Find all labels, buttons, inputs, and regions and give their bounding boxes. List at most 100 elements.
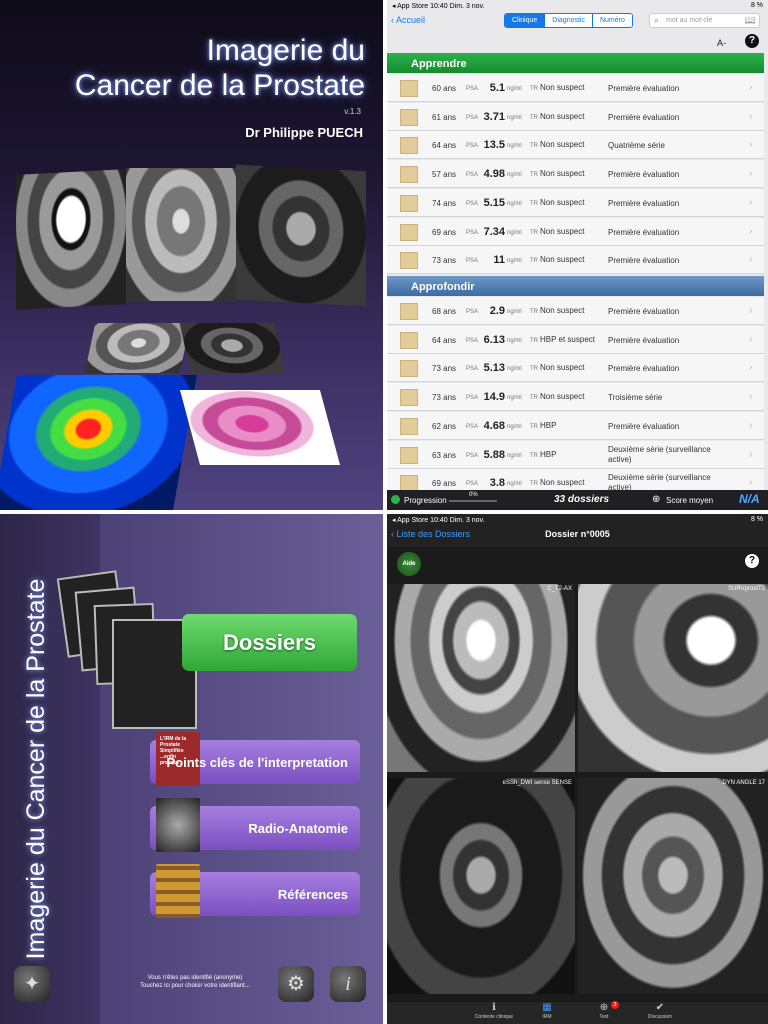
chevron-right-icon: › xyxy=(749,139,753,151)
font-size-button[interactable]: A- xyxy=(717,38,726,48)
psa-unit: ng/ml xyxy=(507,229,522,236)
psa-unit: ng/ml xyxy=(507,172,522,179)
tr-label: TR xyxy=(530,258,538,265)
book-icon[interactable]: 📖 xyxy=(745,15,756,26)
case-row[interactable]: 64 ans PSA 13.5 ng/ml TR Non suspect Quatrième… xyxy=(387,131,764,160)
case-age: 73 ans xyxy=(432,364,457,374)
tr-value: HBP et suspect xyxy=(540,334,595,344)
case-row[interactable]: 60 ans PSA 5.1 ng/ml TR Non suspect Première é… xyxy=(387,74,764,102)
nav-bar: Dossier n°0005 ‹ Liste des Dossiers xyxy=(387,525,768,547)
back-button[interactable]: ‹ Liste des Dossiers xyxy=(391,529,470,539)
tr-value: Non suspect xyxy=(540,83,585,92)
points-cles-button[interactable]: L'IRM de la Prostate Simplifiée ...enfin… xyxy=(150,732,360,786)
case-age: 62 ans xyxy=(432,421,457,431)
mri-view-axial-t2[interactable]: C_T2-AX xyxy=(387,584,575,772)
mri-view-dwi[interactable]: eSSh_DWI sense SENSE xyxy=(387,778,575,994)
case-age: 74 ans xyxy=(432,198,457,208)
mri-view-sagittal-t2[interactable]: SURVprostT2 xyxy=(578,584,768,772)
case-row[interactable]: 64 ans PSA 6.13 ng/ml TR HBP et suspect Premiè… xyxy=(387,325,764,354)
gear-icon[interactable]: ⚙ xyxy=(278,966,314,1002)
psa-unit: ng/ml xyxy=(507,452,522,459)
mri-image xyxy=(84,323,191,373)
case-age: 69 ans xyxy=(432,479,457,489)
test-badge: 2 xyxy=(611,1001,619,1009)
tr-value: Non suspect xyxy=(540,363,585,373)
tab-numero[interactable]: Numéro xyxy=(592,14,632,27)
tab-diagnostic[interactable]: Diagnostic xyxy=(545,14,593,27)
tab-discussion[interactable]: ✔ Discussion xyxy=(625,1002,695,1024)
search-icon: ⌕ xyxy=(654,15,660,25)
progress-bar xyxy=(449,500,497,502)
tr-value: Non suspect xyxy=(540,197,585,207)
chevron-right-icon: › xyxy=(749,305,753,316)
radio-anatomie-button[interactable]: Radio-Anatomie xyxy=(150,798,360,852)
back-button[interactable]: ‹ Accueil xyxy=(391,15,425,25)
case-age: 57 ans xyxy=(432,170,457,180)
info-icon[interactable]: i xyxy=(330,966,366,1002)
mri-image xyxy=(126,168,236,301)
mri-image xyxy=(179,323,286,373)
case-evaluation: Première évaluation xyxy=(608,84,680,93)
chevron-right-icon: › xyxy=(749,168,753,180)
psa-value: 14.9 xyxy=(483,391,505,404)
case-row[interactable]: 62 ans PSA 4.68 ng/ml TR HBP Première évaluati… xyxy=(387,411,764,440)
help-icon[interactable]: ? xyxy=(745,34,759,48)
psa-value: 5.15 xyxy=(483,196,505,209)
tr-value: Non suspect xyxy=(540,226,585,236)
psa-unit: ng/ml xyxy=(507,143,522,150)
case-row[interactable]: 69 ans PSA 7.34 ng/ml TR Non suspect Première … xyxy=(387,217,764,246)
psa-unit: ng/ml xyxy=(507,423,522,430)
case-row[interactable]: 57 ans PSA 4.98 ng/ml TR Non suspect Première … xyxy=(387,160,764,189)
checkmark-icon: ✔ xyxy=(655,1002,665,1013)
identity-note[interactable]: Vous n'êtes pas identifié (anonyme) Touc… xyxy=(105,974,285,990)
case-age: 60 ans xyxy=(432,84,457,93)
case-row[interactable]: 73 ans PSA 14.9 ng/ml TR Non suspect Troisième… xyxy=(387,383,764,412)
tr-value: HBP xyxy=(540,420,557,430)
case-row[interactable]: 63 ans PSA 5.88 ng/ml TR HBP Deuxième série (s… xyxy=(387,440,764,469)
chevron-right-icon: › xyxy=(749,448,753,460)
tab-clinique[interactable]: Clinique xyxy=(505,14,546,27)
references-button[interactable]: Références xyxy=(150,864,360,918)
folder-icon xyxy=(400,417,418,435)
psa-unit: ng/ml xyxy=(507,481,522,488)
folder-icon xyxy=(400,389,418,407)
help-icon[interactable]: ? xyxy=(745,554,759,568)
folder-icon xyxy=(400,303,418,320)
mri-view-dynamic[interactable]: DYN ANGLE 17 xyxy=(578,778,768,994)
search-input[interactable]: ⌕ mot au mot-clé 📖 xyxy=(649,13,760,28)
case-row[interactable]: 73 ans PSA 5.13 ng/ml TR Non suspect Première … xyxy=(387,354,764,383)
tr-label: TR xyxy=(530,172,538,179)
chevron-right-icon: › xyxy=(749,333,753,345)
folder-icon xyxy=(400,80,418,97)
dossiers-button[interactable]: Dossiers xyxy=(182,614,357,671)
puzzle-icon[interactable]: ✦ xyxy=(14,966,50,1002)
psa-value: 3.71 xyxy=(483,110,505,123)
app-logo: N/A xyxy=(739,492,760,506)
case-row[interactable]: 73 ans PSA 11 ng/ml TR Non suspect Première év… xyxy=(387,246,764,275)
case-row[interactable]: 74 ans PSA 5.15 ng/ml TR Non suspect Première … xyxy=(387,188,764,217)
segmented-control: Clinique Diagnostic Numéro xyxy=(504,13,633,28)
psa-unit: ng/ml xyxy=(507,366,522,373)
case-row[interactable]: 61 ans PSA 3.71 ng/ml TR Non suspect Première … xyxy=(387,102,764,131)
tr-value: Non suspect xyxy=(540,392,585,402)
tr-value: Non suspect xyxy=(540,255,585,265)
case-age: 64 ans xyxy=(432,335,457,345)
case-row[interactable]: 68 ans PSA 2.9 ng/ml TR Non suspect Première é… xyxy=(387,297,764,325)
chevron-right-icon: › xyxy=(749,82,753,93)
psa-value: 6.13 xyxy=(483,333,505,346)
case-evaluation: Deuxième série (surveillance active) xyxy=(608,444,711,464)
tr-value: Non suspect xyxy=(540,140,585,150)
case-evaluation: Quatrième série xyxy=(608,141,665,151)
psa-value: 3.8 xyxy=(489,477,505,490)
case-count: 33 dossiers xyxy=(554,494,610,505)
psa-unit: ng/ml xyxy=(507,395,522,402)
tr-value: HBP xyxy=(540,449,557,459)
case-evaluation: Première évaluation xyxy=(608,198,680,208)
tr-value: Non suspect xyxy=(540,111,585,121)
psa-unit: ng/ml xyxy=(507,200,522,207)
folder-icon xyxy=(400,331,418,349)
psa-value: 5.13 xyxy=(483,362,505,375)
aide-button[interactable]: Aide xyxy=(397,552,421,576)
tr-label: TR xyxy=(530,366,538,373)
case-evaluation: Première évaluation xyxy=(608,307,680,316)
